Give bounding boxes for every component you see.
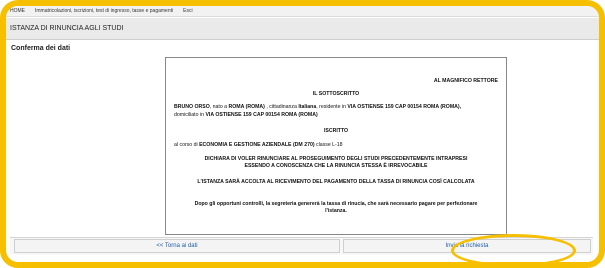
top-navigation: HOME Immatricolazioni, iscrizioni, test … [6,6,599,17]
residence: VIA OSTIENSE 159 CAP 00154 ROMA (ROMA), [347,104,462,110]
birth-prefix: , nato a [209,104,229,110]
domicile-line: domiciliato in VIA OSTIENSE 159 CAP 0015… [174,112,498,119]
nav-enrollment-link[interactable]: Immatricolazioni, iscrizioni, test di in… [35,8,173,14]
course-name: ECONOMIA E GESTIONE AZIENDALE (DM 270) [199,142,315,148]
residence-prefix: , residente in [316,104,348,110]
note-text: Dopo gli opportuni controlli, la segrete… [194,201,478,214]
student-name: BRUNO ORSO [174,104,210,110]
course-line: al corso di ECONOMIA E GESTIONE AZIENDAL… [174,142,498,149]
citizenship: Italiana [298,104,317,110]
nav-home-link[interactable]: HOME [10,8,25,14]
acceptance-text: L'ISTANZA SARÀ ACCOLTA AL RICEVIMENTO DE… [197,179,475,185]
domicile: VIA OSTIENSE 159 CAP 00154 ROMA (ROMA) [205,112,318,118]
page-title-bar: ISTANZA DI RINUNCIA AGLI STUDI [6,18,599,40]
domicile-prefix: domiciliato in [174,112,206,118]
declaration-text: DICHIARA DI VOLER RINUNCIARE AL PROSEGUI… [204,156,468,169]
heading-sottoscritto: IL SOTTOSCRITTO [312,91,360,97]
course-prefix: al corso di [174,142,200,148]
heading-iscritto: ISCRITTO [323,128,349,134]
course-class: classe L-18 [314,142,343,148]
birth-city: ROMA (ROMA) [228,104,265,110]
nav-exit-link[interactable]: Esci [183,8,192,14]
back-button[interactable]: << Torna ai dati [14,239,340,253]
section-title: Conferma dei dati [11,45,71,52]
addressee: AL MAGNIFICO RETTORE [433,78,498,84]
citizenship-prefix: , cittadinanza [264,104,299,110]
highlight-ellipse [451,234,576,262]
confirmation-document: AL MAGNIFICO RETTORE IL SOTTOSCRITTO BRU… [165,57,507,235]
page-frame: HOME Immatricolazioni, iscrizioni, test … [0,0,605,268]
personal-data-line: BRUNO ORSO, nato a ROMA (ROMA) , cittadi… [174,104,498,111]
page-title: ISTANZA DI RINUNCIA AGLI STUDI [10,25,124,32]
